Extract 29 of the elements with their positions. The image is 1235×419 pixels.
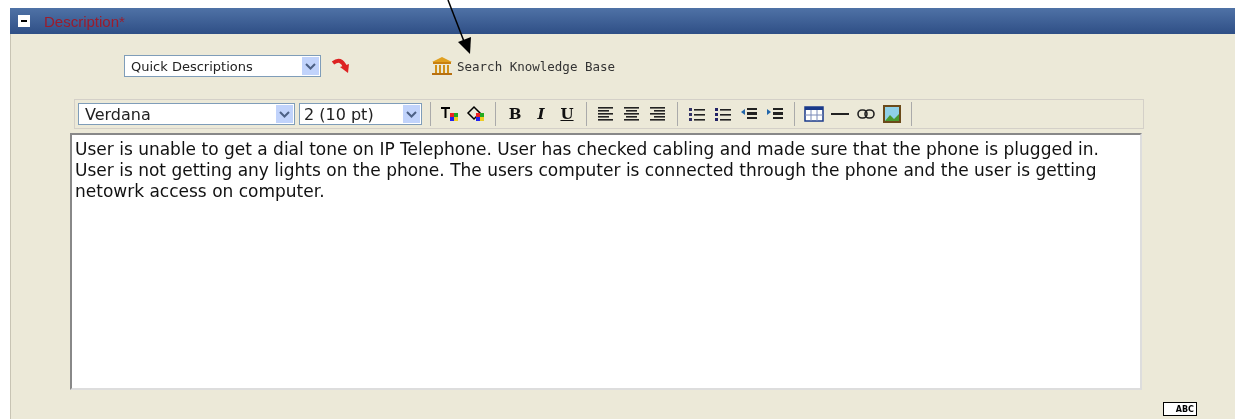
- minus-icon: [20, 17, 28, 25]
- align-right-icon: [650, 107, 666, 121]
- table-icon: [804, 106, 824, 122]
- horizontal-line-icon: [831, 112, 849, 116]
- collapse-toggle[interactable]: [18, 15, 30, 27]
- font-size-dropdown[interactable]: 2 (10 pt): [299, 103, 422, 125]
- search-knowledge-base-link[interactable]: Search Knowledge Base: [431, 56, 616, 76]
- bold-button[interactable]: B: [504, 103, 526, 125]
- image-button[interactable]: [881, 103, 903, 125]
- align-left-icon: [598, 107, 614, 121]
- numbered-list-icon: [689, 106, 705, 122]
- curved-arrow-icon[interactable]: [331, 57, 351, 75]
- italic-button[interactable]: I: [530, 103, 552, 125]
- chain-link-icon: [857, 109, 875, 119]
- table-button[interactable]: [803, 103, 825, 125]
- outdent-icon: [741, 106, 757, 122]
- paint-bucket-icon: [466, 105, 486, 123]
- spellcheck-button[interactable]: ABC: [1163, 402, 1197, 416]
- quick-descriptions-dropdown[interactable]: Quick Descriptions: [124, 55, 321, 77]
- indent-icon: [767, 106, 783, 122]
- bullet-list-icon: [715, 106, 731, 122]
- image-icon: [883, 105, 901, 123]
- panel-title: Description*: [44, 12, 125, 30]
- align-center-icon: [624, 107, 640, 121]
- building-icon: [431, 56, 453, 76]
- text-color-icon: [440, 105, 460, 123]
- underline-button[interactable]: U: [556, 103, 578, 125]
- font-dropdown[interactable]: Verdana: [78, 103, 295, 125]
- description-editor[interactable]: User is unable to get a dial tone on IP Telephone. User has checked cabling and made sure that the phone is plugged in. User is not getting any lights on the phone. The users computer is connected through the phone and the user is getting netowrk access on computer.: [70, 133, 1142, 390]
